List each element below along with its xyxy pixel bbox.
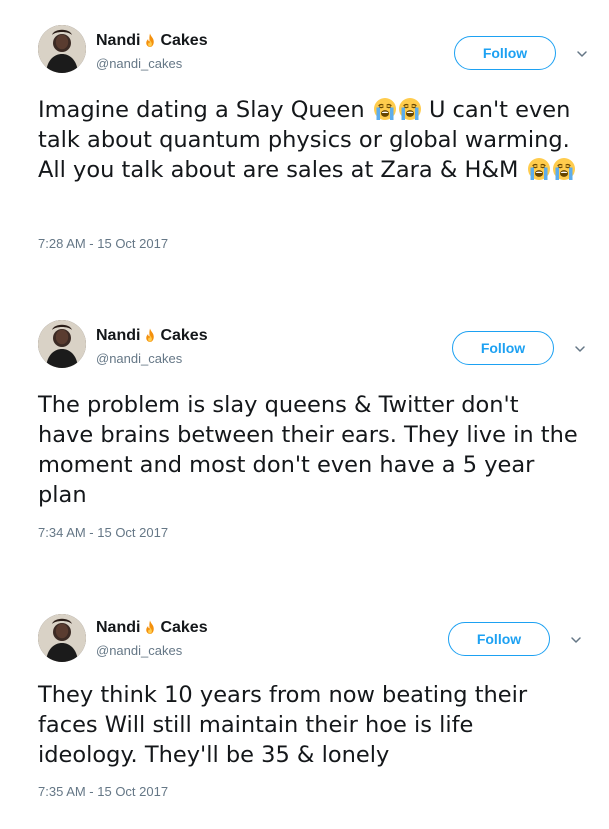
tweet-text-part: Imagine dating a Slay Queen — [38, 97, 365, 123]
loudly-crying-face-icon — [373, 97, 397, 121]
fire-icon — [141, 32, 159, 50]
tweet-1: Nandi Cakes @nandi_cakes Follow Imagine … — [0, 0, 609, 280]
display-name-second: Cakes — [160, 327, 208, 344]
fire-icon — [141, 327, 159, 345]
chevron-down-icon[interactable] — [575, 47, 589, 61]
display-name-second: Cakes — [160, 619, 208, 636]
user-handle[interactable]: @nandi_cakes — [96, 643, 182, 658]
loudly-crying-face-icon — [527, 157, 551, 181]
loudly-crying-face-icon — [552, 157, 576, 181]
display-name[interactable]: Nandi Cakes — [96, 619, 208, 637]
display-name[interactable]: Nandi Cakes — [96, 32, 208, 50]
avatar[interactable] — [38, 25, 86, 73]
timestamp[interactable]: 7:28 AM - 15 Oct 2017 — [38, 236, 168, 251]
display-name-second: Cakes — [160, 32, 208, 49]
follow-button[interactable]: Follow — [454, 36, 556, 70]
fire-icon — [141, 619, 159, 637]
user-handle[interactable]: @nandi_cakes — [96, 351, 182, 366]
display-name-first: Nandi — [96, 32, 141, 49]
display-name[interactable]: Nandi Cakes — [96, 327, 208, 345]
avatar[interactable] — [38, 320, 86, 368]
chevron-down-icon[interactable] — [573, 342, 587, 356]
follow-button[interactable]: Follow — [448, 622, 550, 656]
chevron-down-icon[interactable] — [569, 633, 583, 647]
avatar[interactable] — [38, 614, 86, 662]
follow-button[interactable]: Follow — [452, 331, 554, 365]
display-name-first: Nandi — [96, 619, 141, 636]
display-name-first: Nandi — [96, 327, 141, 344]
timestamp[interactable]: 7:34 AM - 15 Oct 2017 — [38, 525, 168, 540]
timestamp[interactable]: 7:35 AM - 15 Oct 2017 — [38, 784, 168, 799]
tweet-text: The problem is slay queens & Twitter don… — [38, 392, 578, 508]
tweet-text: Imagine dating a Slay Queen U can't even… — [38, 95, 578, 185]
user-handle[interactable]: @nandi_cakes — [96, 56, 182, 71]
loudly-crying-face-icon — [398, 97, 422, 121]
tweet-text: They think 10 years from now beating the… — [38, 682, 528, 768]
